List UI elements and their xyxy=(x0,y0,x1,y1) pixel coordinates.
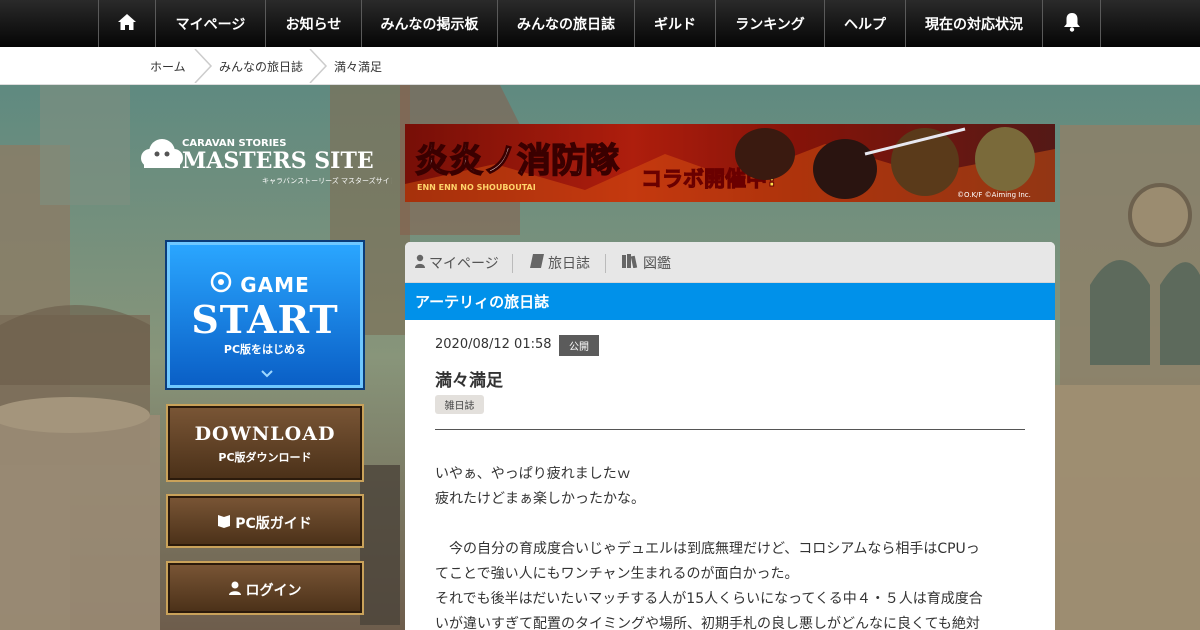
breadcrumb-journals[interactable]: みんなの旅日誌 xyxy=(219,47,303,85)
game-start-small: GAME xyxy=(240,273,310,297)
tab-mypage[interactable]: マイページ xyxy=(415,242,499,283)
download-button[interactable]: DOWNLOAD PC版ダウンロード xyxy=(166,404,364,482)
status-badge: 公開 xyxy=(559,335,599,356)
banner-copyright: ©O.K/F ©Aiming Inc. xyxy=(957,191,1031,199)
post-body: いやぁ、やっぱり疲れましたｗ 疲れたけどまぁ楽しかったかな。 今の自分の育成度合… xyxy=(435,462,1025,630)
tab-library-label: 図鑑 xyxy=(643,255,671,272)
category-tag[interactable]: 雑日誌 xyxy=(435,395,484,414)
journal-heading: アーテリィの旅日誌 xyxy=(405,283,1055,320)
post-line: てことで強い人にもワンチャン生まれるのが面白かった。 xyxy=(435,566,799,582)
chevron-down-icon xyxy=(261,363,273,382)
guide-icon xyxy=(218,514,231,532)
nav-mypage[interactable]: マイページ xyxy=(155,0,265,47)
book-icon xyxy=(530,253,544,272)
logo-sub-text: キャラバンストーリーズ マスターズサイト xyxy=(262,176,392,185)
tab-mypage-label: マイページ xyxy=(429,255,499,272)
nav-ranking[interactable]: ランキング xyxy=(715,0,824,47)
post-line: いやぁ、やっぱり疲れましたｗ xyxy=(435,466,631,482)
tab-journal[interactable]: 旅日誌 xyxy=(530,242,590,283)
breadcrumb: ホーム みんなの旅日誌 満々満足 xyxy=(0,47,1200,85)
journal-panel: マイページ 旅日誌 図鑑 アーテリィの旅日誌 2020/08/12 01:58 … xyxy=(405,242,1055,630)
bell-icon xyxy=(1063,12,1081,36)
user-icon xyxy=(415,254,425,272)
panel-tabs: マイページ 旅日誌 図鑑 xyxy=(405,242,1055,283)
login-button[interactable]: ログイン xyxy=(166,561,364,615)
tab-divider xyxy=(605,254,606,273)
breadcrumb-separator xyxy=(309,49,328,83)
nav-help[interactable]: ヘルプ xyxy=(824,0,905,47)
library-icon xyxy=(622,253,639,272)
breadcrumb-current: 満々満足 xyxy=(334,59,383,74)
nav-notifications[interactable] xyxy=(1042,0,1101,47)
tab-journal-label: 旅日誌 xyxy=(548,255,590,272)
breadcrumb-separator xyxy=(194,49,213,83)
top-navigation: マイページ お知らせ みんなの掲示板 みんなの旅日誌 ギルド ランキング ヘルプ… xyxy=(0,0,1200,47)
download-main: DOWNLOAD xyxy=(194,423,336,445)
user-icon xyxy=(228,581,241,599)
nav-journals[interactable]: みんなの旅日誌 xyxy=(497,0,634,47)
nav-guild[interactable]: ギルド xyxy=(634,0,715,47)
home-icon xyxy=(118,13,136,34)
post-date: 2020/08/12 01:58 xyxy=(435,337,552,352)
post-line: 今の自分の育成度合いじゃデュエルは到底無理だけど、コロシアムなら相手はCPUっ xyxy=(435,541,980,557)
game-start-big: START xyxy=(191,297,339,342)
collab-banner[interactable]: 炎炎ノ消防隊 ENN ENN NO SHOUBOUTAI コラボ開催中! ©O.… xyxy=(405,124,1055,202)
nav-home[interactable] xyxy=(98,0,155,47)
pc-guide-label: PC版ガイド xyxy=(235,516,312,532)
nav-status[interactable]: 現在の対応状況 xyxy=(905,0,1042,47)
nav-board[interactable]: みんなの掲示板 xyxy=(361,0,497,47)
pc-guide-button[interactable]: PC版ガイド xyxy=(166,494,364,548)
masters-site-logo[interactable]: CARAVAN STORIES MASTERS SITE キャラバンストーリーズ… xyxy=(140,130,397,188)
game-start-sub: PC版をはじめる xyxy=(223,343,307,356)
post-line: それでも後半はだいたいマッチする人が15人くらいになってくる中４・５人は育成度合 xyxy=(435,591,983,607)
post-line: 疲れたけどまぁ楽しかったかな。 xyxy=(435,491,645,507)
tab-library[interactable]: 図鑑 xyxy=(622,242,671,283)
banner-title: 炎炎ノ消防隊 xyxy=(415,141,619,181)
game-start-button[interactable]: GAME START PC版をはじめる xyxy=(167,242,363,388)
breadcrumb-home[interactable]: ホーム xyxy=(150,47,186,85)
post-title: 満々満足 xyxy=(435,371,503,391)
nav-news[interactable]: お知らせ xyxy=(265,0,361,47)
tab-divider xyxy=(512,254,513,273)
logo-main-text: MASTERS SITE xyxy=(182,148,374,174)
divider xyxy=(435,429,1025,430)
post-line: いが違いすぎて配置のタイミングや場所、初期手札の良し悪しがどんなに良くても絶対 xyxy=(435,616,980,630)
login-label: ログイン xyxy=(245,583,302,599)
download-sub: PC版ダウンロード xyxy=(218,451,312,464)
banner-romaji: ENN ENN NO SHOUBOUTAI xyxy=(417,183,536,192)
